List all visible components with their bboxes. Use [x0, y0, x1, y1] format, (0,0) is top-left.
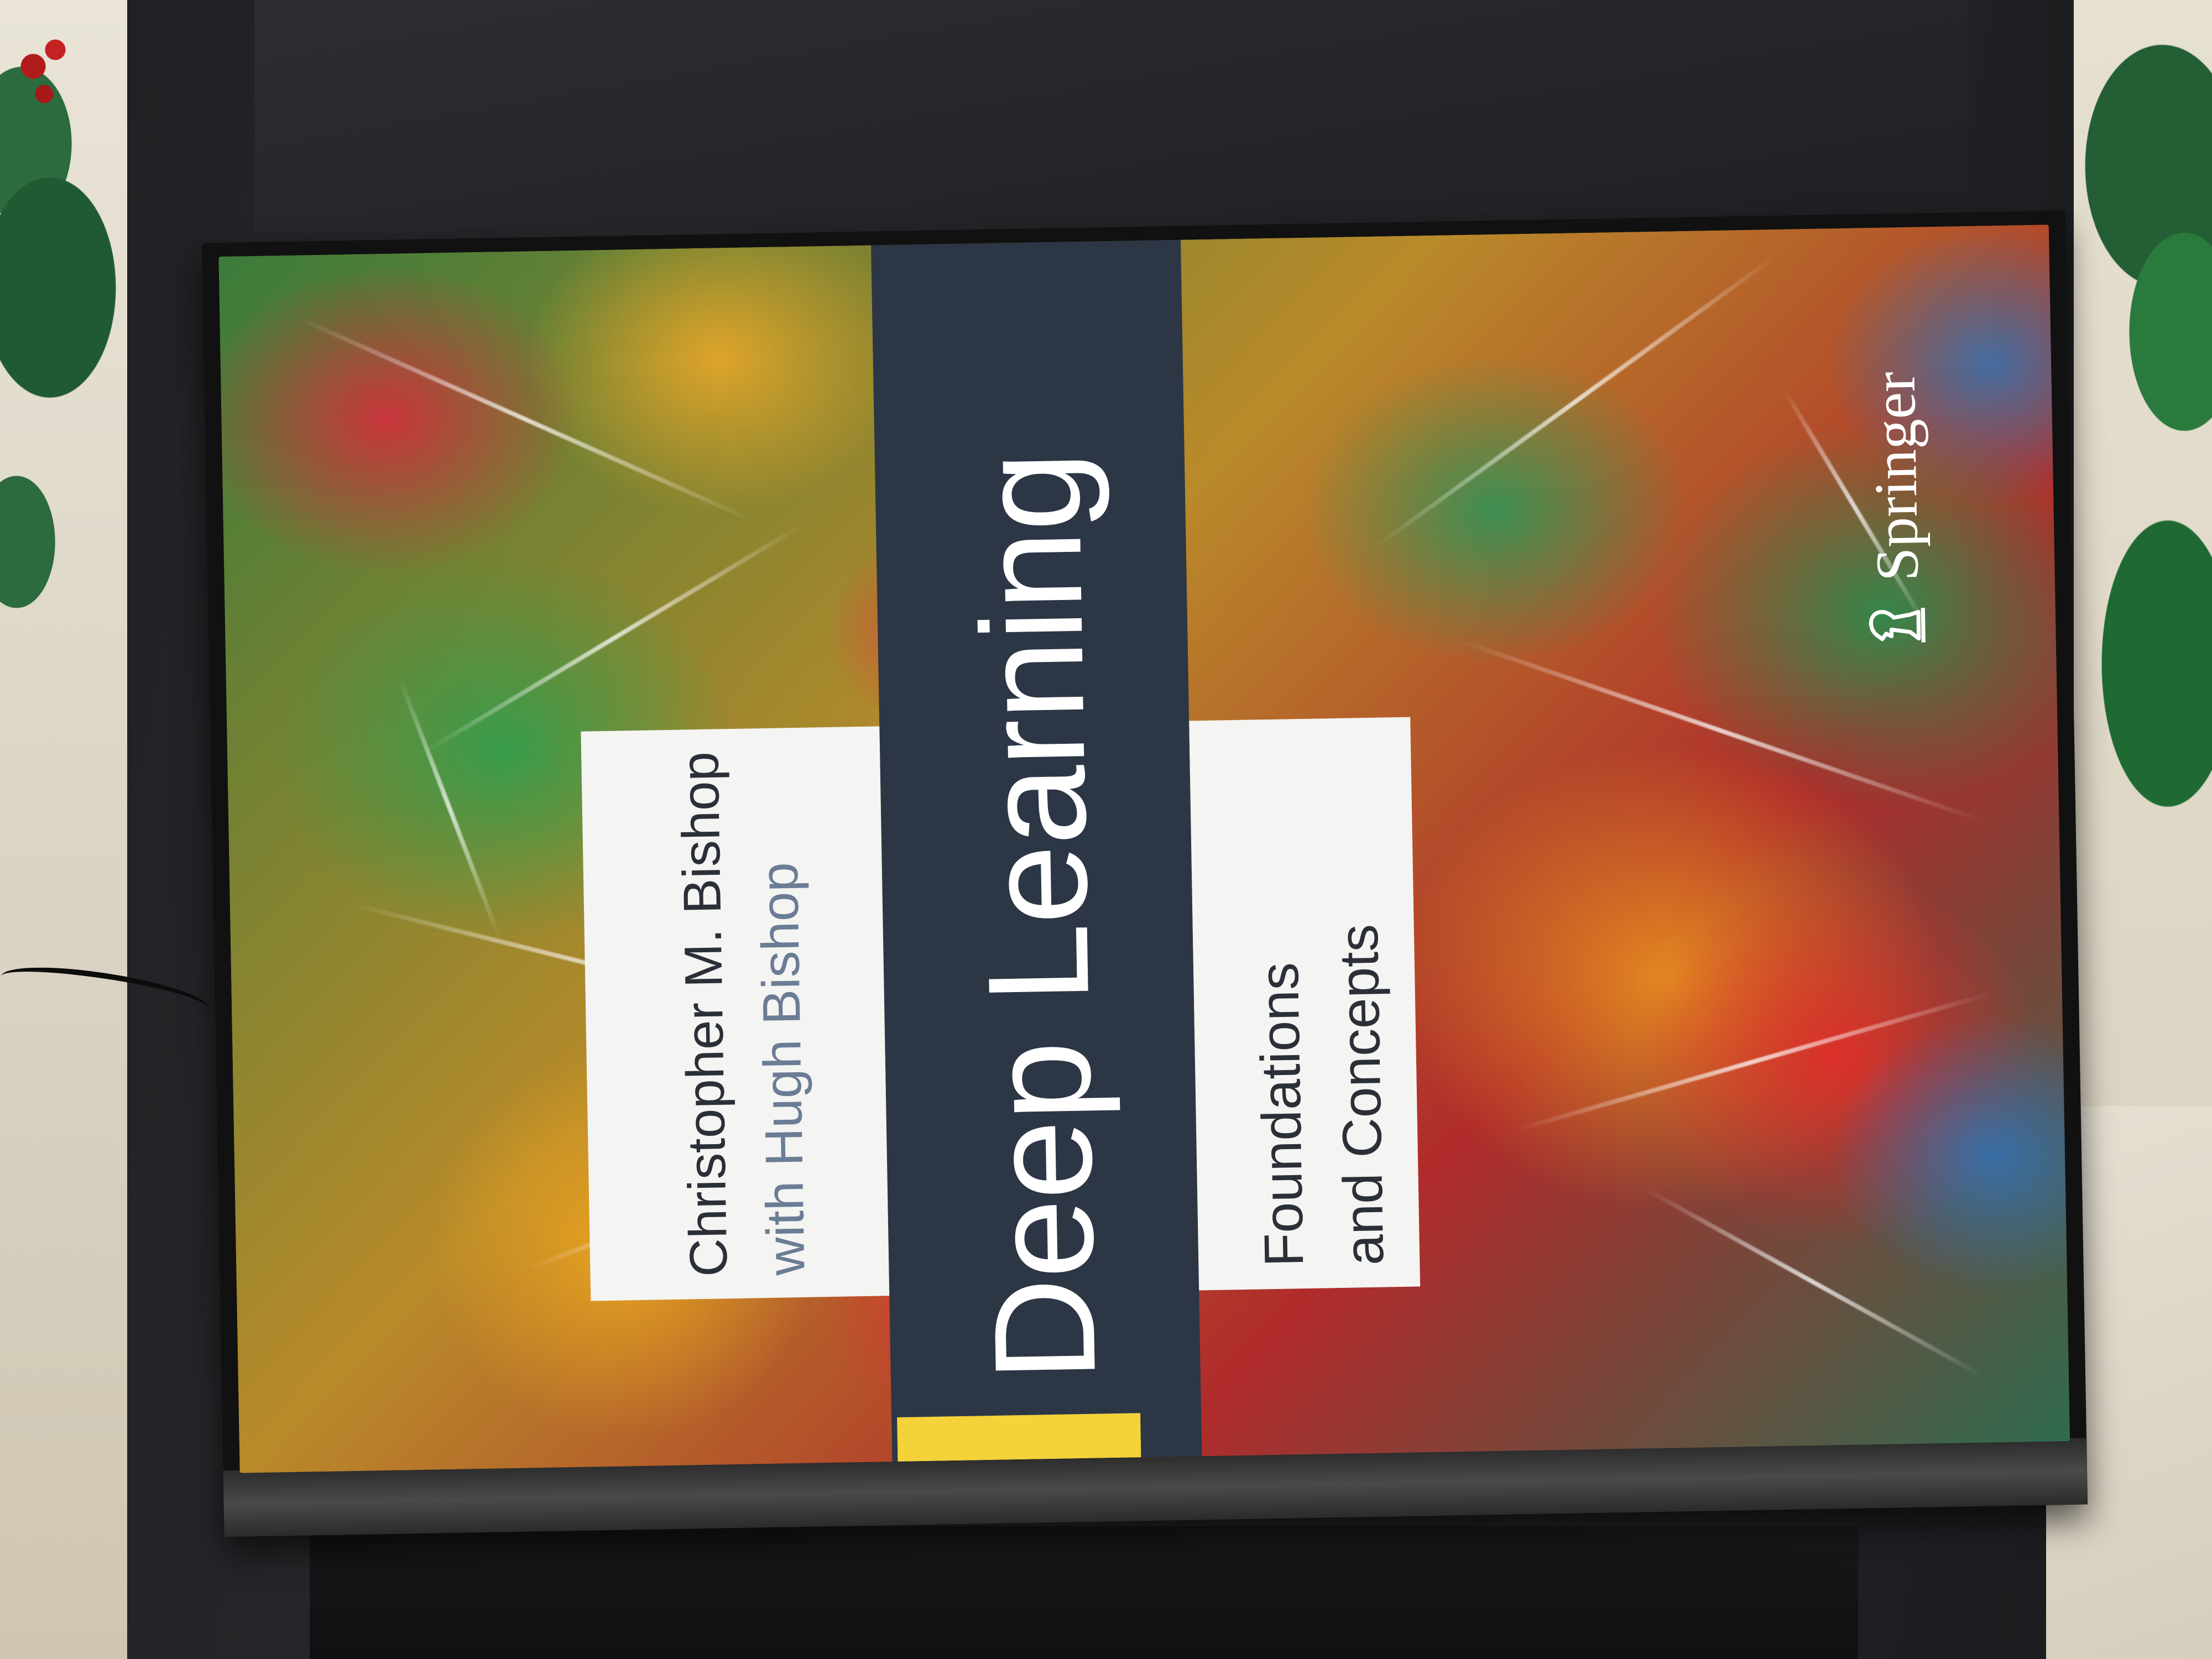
- book-coauthor: with Hugh Bishop: [749, 862, 816, 1276]
- book-subtitle-line2: and Concepts: [1327, 924, 1396, 1266]
- photo-scene: Deep Learning Christopher M. Bishop with…: [0, 0, 2212, 1659]
- book-subtitle-line1: Foundations: [1248, 962, 1316, 1267]
- book-title: Deep Learning: [949, 451, 1126, 1383]
- publisher-mark: Springer: [1834, 293, 1952, 682]
- chess-knight-logo-icon: [1869, 608, 1926, 643]
- yellow-tab: [897, 1413, 1141, 1462]
- cover-layout: Deep Learning Christopher M. Bishop with…: [218, 225, 2070, 1473]
- book-author: Christopher M. Bishop: [670, 751, 739, 1277]
- book: Deep Learning Christopher M. Bishop with…: [201, 210, 2088, 1537]
- laptop-lower-edge: [310, 1526, 1858, 1659]
- book-cover: Deep Learning Christopher M. Bishop with…: [218, 225, 2070, 1473]
- publisher-name: Springer: [1860, 371, 1931, 582]
- laptop-top-edge: [254, 0, 1969, 232]
